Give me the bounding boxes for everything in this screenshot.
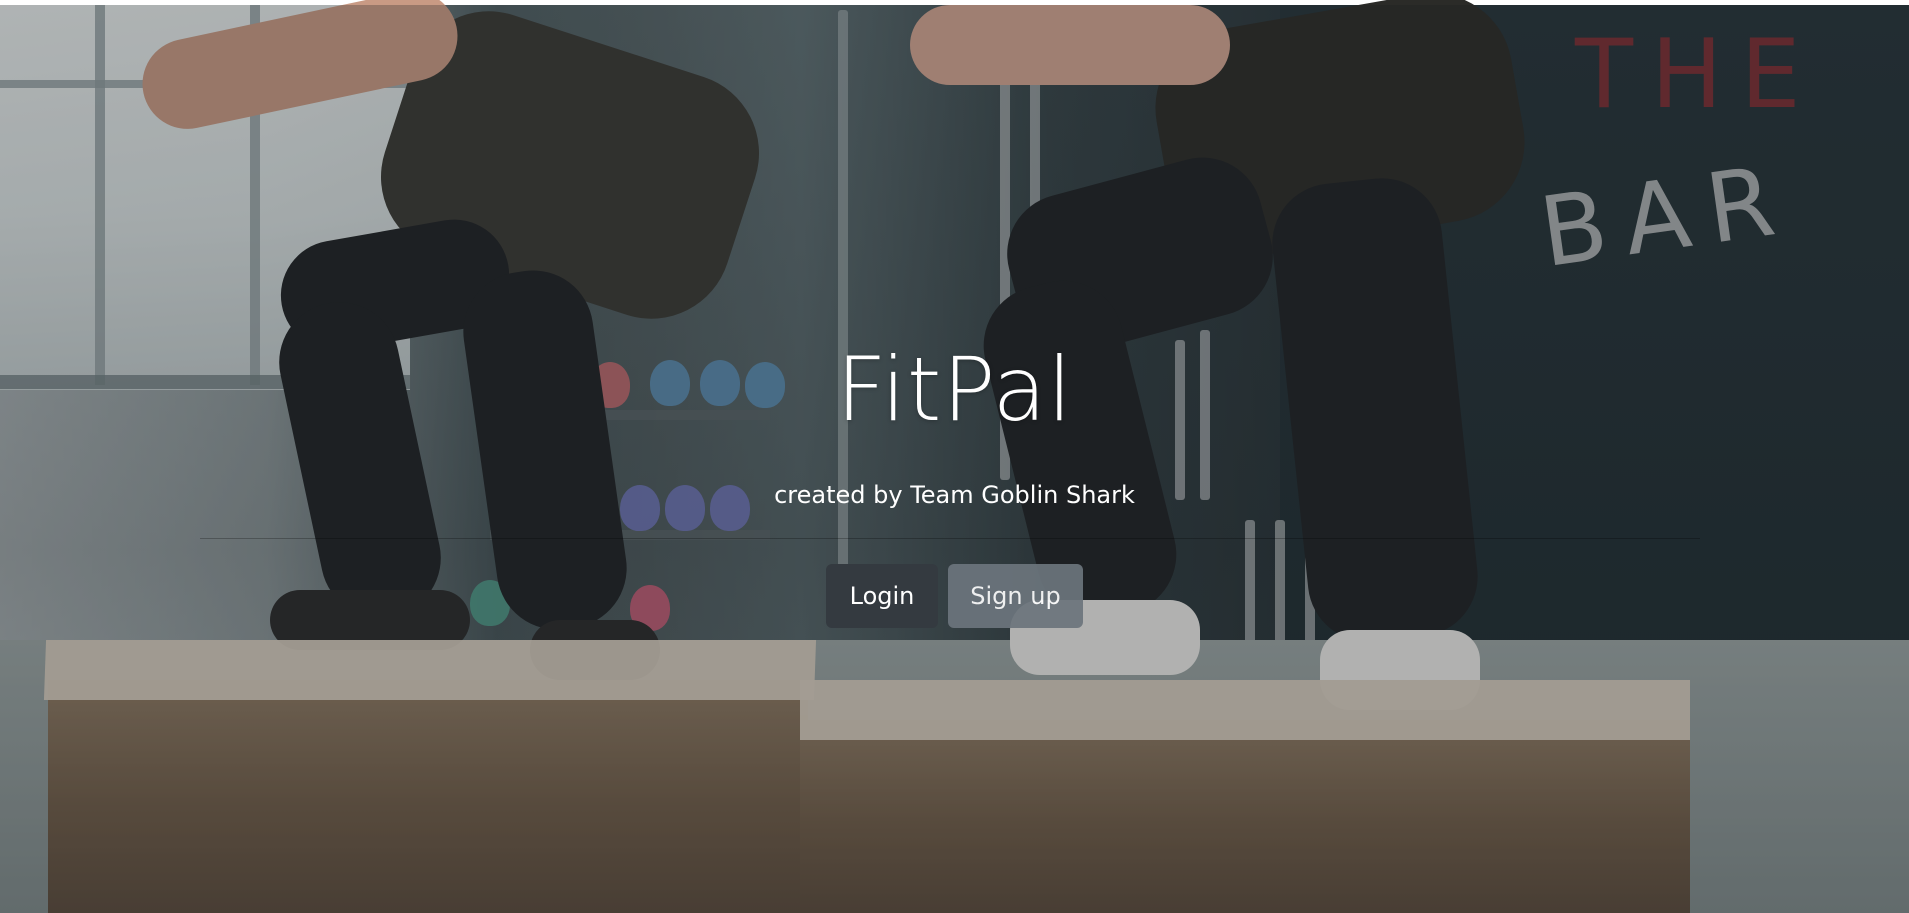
app-title: FitPal	[836, 338, 1073, 441]
login-button[interactable]: Login	[826, 564, 938, 628]
hero-section: THE BAR FitPal created by Team Goblin Sh…	[0, 0, 1909, 913]
app-subtitle: created by Team Goblin Shark	[774, 481, 1135, 509]
auth-actions: Login Sign up	[0, 564, 1909, 628]
signup-button[interactable]: Sign up	[948, 564, 1083, 628]
hero-content: FitPal created by Team Goblin Shark Logi…	[0, 330, 1909, 628]
